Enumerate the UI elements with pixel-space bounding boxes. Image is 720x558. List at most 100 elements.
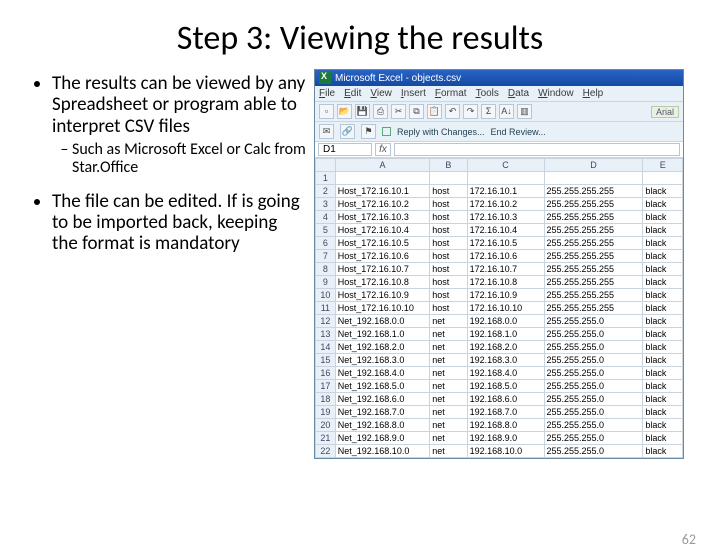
cell[interactable]: black: [643, 224, 683, 237]
row-header[interactable]: 15: [316, 354, 336, 367]
sigma-icon[interactable]: Σ: [481, 104, 496, 119]
cell[interactable]: 255.255.255.0: [544, 419, 643, 432]
table-row[interactable]: 5Host_172.16.10.4host172.16.10.4255.255.…: [316, 224, 683, 237]
cell[interactable]: black: [643, 419, 683, 432]
cell[interactable]: 192.168.7.0: [467, 406, 544, 419]
end-review[interactable]: End Review...: [491, 127, 546, 137]
row-header[interactable]: 13: [316, 328, 336, 341]
cell[interactable]: Net_192.168.5.0: [335, 380, 429, 393]
table-row[interactable]: 21Net_192.168.9.0net192.168.9.0255.255.2…: [316, 432, 683, 445]
cell[interactable]: host: [430, 211, 467, 224]
cell[interactable]: 192.168.6.0: [467, 393, 544, 406]
redo-icon[interactable]: ↷: [463, 104, 478, 119]
print-icon[interactable]: ⎙: [373, 104, 388, 119]
cell[interactable]: Net_192.168.1.0: [335, 328, 429, 341]
table-row[interactable]: 14Net_192.168.2.0net192.168.2.0255.255.2…: [316, 341, 683, 354]
table-row[interactable]: 4Host_172.16.10.3host172.16.10.3255.255.…: [316, 211, 683, 224]
cell[interactable]: black: [643, 315, 683, 328]
row-header[interactable]: 14: [316, 341, 336, 354]
cell[interactable]: host: [430, 302, 467, 315]
row-header[interactable]: 21: [316, 432, 336, 445]
mail-icon[interactable]: ✉: [319, 124, 334, 139]
cell[interactable]: [467, 172, 544, 185]
formula-input[interactable]: [394, 143, 680, 156]
cell[interactable]: host: [430, 237, 467, 250]
col-header-E[interactable]: E: [643, 159, 683, 172]
row-header[interactable]: 1: [316, 172, 336, 185]
row-header[interactable]: 11: [316, 302, 336, 315]
cell[interactable]: 255.255.255.255: [544, 302, 643, 315]
cell[interactable]: Host_172.16.10.7: [335, 263, 429, 276]
table-row[interactable]: 2Host_172.16.10.1host172.16.10.1255.255.…: [316, 185, 683, 198]
cell[interactable]: 255.255.255.0: [544, 315, 643, 328]
cell[interactable]: black: [643, 185, 683, 198]
row-header[interactable]: 17: [316, 380, 336, 393]
table-row[interactable]: 16Net_192.168.4.0net192.168.4.0255.255.2…: [316, 367, 683, 380]
cell[interactable]: black: [643, 432, 683, 445]
row-header[interactable]: 6: [316, 237, 336, 250]
menu-edit[interactable]: Edit: [344, 88, 361, 99]
cell[interactable]: Net_192.168.9.0: [335, 432, 429, 445]
cell[interactable]: black: [643, 263, 683, 276]
table-row[interactable]: 13Net_192.168.1.0net192.168.1.0255.255.2…: [316, 328, 683, 341]
table-row[interactable]: 12Net_192.168.0.0net192.168.0.0255.255.2…: [316, 315, 683, 328]
row-header[interactable]: 3: [316, 198, 336, 211]
menu-help[interactable]: Help: [583, 88, 604, 99]
cell[interactable]: 192.168.0.0: [467, 315, 544, 328]
table-row[interactable]: 22Net_192.168.10.0net192.168.10.0255.255…: [316, 445, 683, 458]
cell[interactable]: 172.16.10.7: [467, 263, 544, 276]
table-row[interactable]: 11Host_172.16.10.10host172.16.10.10255.2…: [316, 302, 683, 315]
row-header[interactable]: 19: [316, 406, 336, 419]
row-header[interactable]: 4: [316, 211, 336, 224]
new-icon[interactable]: ▫: [319, 104, 334, 119]
cell[interactable]: Host_172.16.10.3: [335, 211, 429, 224]
cell[interactable]: 192.168.4.0: [467, 367, 544, 380]
check-icon[interactable]: [382, 127, 391, 136]
cell[interactable]: Net_192.168.3.0: [335, 354, 429, 367]
cell[interactable]: black: [643, 341, 683, 354]
cell[interactable]: 255.255.255.255: [544, 250, 643, 263]
cell[interactable]: black: [643, 250, 683, 263]
cell[interactable]: host: [430, 289, 467, 302]
table-row[interactable]: 18Net_192.168.6.0net192.168.6.0255.255.2…: [316, 393, 683, 406]
cell[interactable]: black: [643, 276, 683, 289]
row-header[interactable]: 12: [316, 315, 336, 328]
cell[interactable]: 255.255.255.255: [544, 289, 643, 302]
row-header[interactable]: 22: [316, 445, 336, 458]
cell[interactable]: host: [430, 250, 467, 263]
cell[interactable]: Net_192.168.4.0: [335, 367, 429, 380]
cell[interactable]: black: [643, 237, 683, 250]
menu-window[interactable]: Window: [538, 88, 574, 99]
cell[interactable]: 192.168.2.0: [467, 341, 544, 354]
cell[interactable]: net: [430, 341, 467, 354]
open-icon[interactable]: 📂: [337, 104, 352, 119]
cell[interactable]: [643, 172, 683, 185]
cell[interactable]: 255.255.255.255: [544, 263, 643, 276]
cell[interactable]: black: [643, 289, 683, 302]
cell[interactable]: host: [430, 185, 467, 198]
row-header[interactable]: 2: [316, 185, 336, 198]
cell[interactable]: 192.168.3.0: [467, 354, 544, 367]
table-row[interactable]: 1: [316, 172, 683, 185]
window-title-bar[interactable]: Microsoft Excel - objects.csv: [315, 70, 683, 86]
reply-changes[interactable]: Reply with Changes...: [397, 127, 485, 137]
row-header[interactable]: 8: [316, 263, 336, 276]
cell[interactable]: 255.255.255.0: [544, 406, 643, 419]
cell[interactable]: 192.168.1.0: [467, 328, 544, 341]
cell[interactable]: black: [643, 380, 683, 393]
cell[interactable]: 255.255.255.255: [544, 211, 643, 224]
cell[interactable]: 192.168.10.0: [467, 445, 544, 458]
table-row[interactable]: 3Host_172.16.10.2host172.16.10.2255.255.…: [316, 198, 683, 211]
name-box[interactable]: D1: [318, 143, 372, 156]
cell[interactable]: black: [643, 406, 683, 419]
cell[interactable]: 192.168.9.0: [467, 432, 544, 445]
cell[interactable]: 255.255.255.0: [544, 445, 643, 458]
save-icon[interactable]: 💾: [355, 104, 370, 119]
cell[interactable]: 192.168.8.0: [467, 419, 544, 432]
cell[interactable]: net: [430, 367, 467, 380]
fx-icon[interactable]: fx: [375, 143, 391, 156]
cell[interactable]: 255.255.255.255: [544, 185, 643, 198]
cell[interactable]: [544, 172, 643, 185]
cell[interactable]: 255.255.255.0: [544, 367, 643, 380]
cell[interactable]: black: [643, 328, 683, 341]
